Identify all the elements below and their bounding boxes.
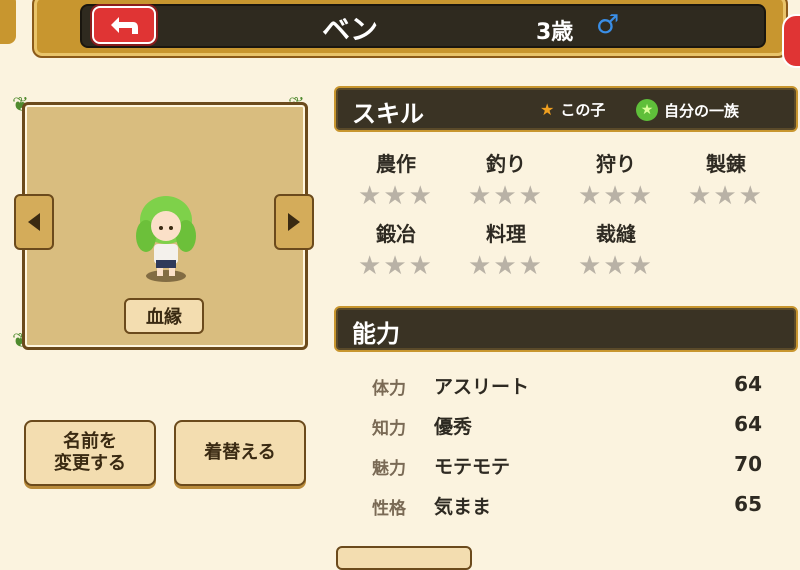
skill-star-icons: ★★★ — [358, 181, 434, 211]
ability-value: モテモテ — [434, 456, 511, 478]
ability-row: 知力 優秀 64 — [372, 412, 772, 442]
ability-value: 気まま — [434, 496, 492, 518]
back-arrow-icon — [111, 17, 138, 34]
abilities-header: 能力 — [334, 306, 798, 352]
skill-star-icons: ★★★ — [578, 181, 654, 211]
skill-item: 裁縫 ★★★ — [568, 218, 664, 281]
skill-item: 農作 ★★★ — [348, 148, 444, 211]
ability-row: 魅力 モテモテ 70 — [372, 452, 772, 482]
abilities-title: 能力 — [352, 320, 400, 348]
ability-number: 70 — [734, 452, 762, 476]
ability-number: 65 — [734, 492, 762, 516]
star-green-icon: ★ — [636, 99, 658, 121]
arrow-right-icon — [288, 213, 300, 231]
skill-name: 釣り — [486, 152, 526, 176]
skill-item: 料理 ★★★ — [458, 218, 554, 281]
ability-number: 64 — [734, 412, 762, 436]
skill-name: 製錬 — [706, 152, 746, 176]
bottom-partial-tab[interactable] — [336, 546, 472, 570]
ability-label: 性格 — [372, 499, 406, 519]
legend-family-label: 自分の一族 — [664, 101, 740, 120]
ability-value: 優秀 — [434, 416, 473, 438]
frame-edge-left — [0, 0, 16, 44]
prev-character-button[interactable] — [14, 194, 54, 250]
bloodline-button[interactable]: 血縁 — [124, 298, 204, 334]
ability-row: 体力 アスリート 64 — [372, 372, 772, 402]
legend-self-label: この子 — [560, 101, 606, 119]
ability-label: 魅力 — [372, 459, 406, 479]
legend-family: ★ 自分の一族 — [636, 99, 739, 121]
male-icon: ♂ — [596, 10, 620, 40]
character-avatar — [136, 196, 196, 282]
skill-star-icons: ★★★ — [468, 251, 544, 281]
skills-title: スキル — [352, 100, 424, 128]
back-button[interactable] — [92, 6, 156, 44]
star-orange-icon: ★ — [540, 100, 555, 119]
change-clothes-button[interactable]: 着替える — [174, 420, 306, 486]
ability-label: 体力 — [372, 379, 406, 399]
skill-star-icons: ★★★ — [688, 181, 764, 211]
skill-name: 鍛冶 — [376, 222, 416, 246]
ability-number: 64 — [734, 372, 762, 396]
skill-item: 釣り ★★★ — [458, 148, 554, 211]
close-tab[interactable] — [782, 14, 800, 68]
skill-item: 鍛冶 ★★★ — [348, 218, 444, 281]
skill-star-icons: ★★★ — [358, 251, 434, 281]
skill-star-icons: ★★★ — [578, 251, 654, 281]
ability-value: アスリート — [434, 376, 530, 398]
skill-item: 狩り ★★★ — [568, 148, 664, 211]
ability-label: 知力 — [372, 419, 406, 439]
skill-name: 裁縫 — [596, 222, 636, 246]
skill-name: 農作 — [376, 152, 416, 176]
rename-button[interactable]: 名前を 変更する — [24, 420, 156, 486]
character-name: ベン — [321, 13, 378, 46]
arrow-left-icon — [28, 213, 40, 231]
skill-name: 料理 — [486, 222, 526, 246]
skill-item: 製錬 ★★★ — [678, 148, 774, 211]
ability-row: 性格 気まま 65 — [372, 492, 772, 522]
skill-name: 狩り — [596, 152, 636, 176]
rename-label-line2: 変更する — [54, 453, 126, 474]
legend-self: ★ この子 — [540, 99, 605, 120]
next-character-button[interactable] — [274, 194, 314, 250]
title-bar-inner — [80, 4, 766, 48]
skill-star-icons: ★★★ — [468, 181, 544, 211]
character-age: 3歳 — [536, 20, 574, 45]
skills-header: スキル ★ この子 ★ 自分の一族 — [334, 86, 798, 132]
rename-label-line1: 名前を — [63, 431, 117, 452]
